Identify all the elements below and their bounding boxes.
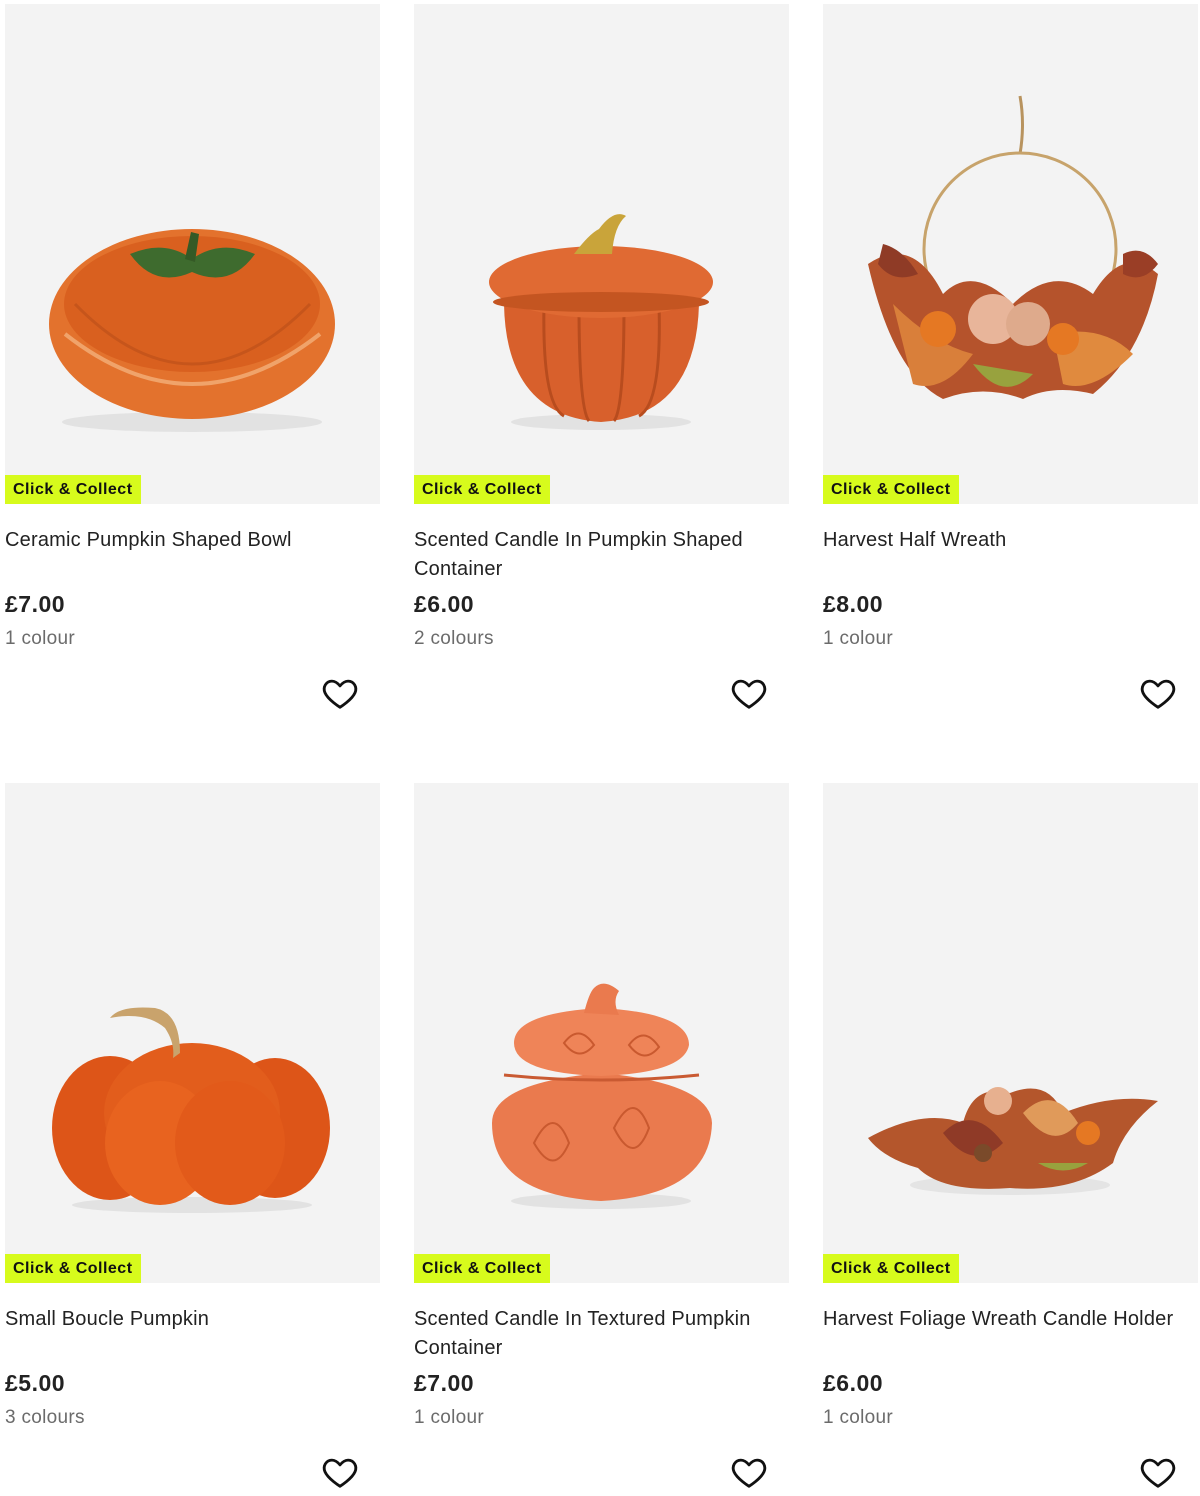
wishlist-button[interactable]: [1139, 1453, 1177, 1491]
boucle-pumpkin-image: [52, 1007, 330, 1213]
heart-outline-icon: [1140, 679, 1176, 709]
product-title[interactable]: Harvest Half Wreath: [823, 526, 1193, 555]
colour-count: 1 colour: [823, 1407, 893, 1428]
click-collect-badge: Click & Collect: [5, 475, 141, 504]
product-title[interactable]: Small Boucle Pumpkin: [5, 1305, 375, 1334]
product-price: £7.00: [414, 1370, 475, 1396]
click-collect-badge: Click & Collect: [823, 475, 959, 504]
product-price: £6.00: [414, 591, 475, 617]
product-image[interactable]: [823, 4, 1198, 504]
product-image[interactable]: [414, 4, 789, 504]
product-title[interactable]: Harvest Foliage Wreath Candle Holder: [823, 1305, 1193, 1334]
product-image[interactable]: [823, 783, 1198, 1283]
wishlist-button[interactable]: [730, 1453, 768, 1491]
harvest-wreath-image: [868, 95, 1158, 399]
product-title[interactable]: Ceramic Pumpkin Shaped Bowl: [5, 526, 375, 555]
product-price: £5.00: [5, 1370, 66, 1396]
product-title[interactable]: Scented Candle In Pumpkin Shaped Contain…: [414, 526, 784, 584]
heart-outline-icon: [731, 1458, 767, 1488]
colour-count: 1 colour: [823, 628, 893, 649]
click-collect-badge: Click & Collect: [5, 1254, 141, 1283]
click-collect-badge: Click & Collect: [414, 1254, 550, 1283]
product-image[interactable]: [414, 783, 789, 1283]
textured-pumpkin-candle-image: [492, 983, 712, 1209]
pumpkin-bowl-image: [49, 229, 335, 432]
heart-outline-icon: [1140, 1458, 1176, 1488]
product-image[interactable]: [5, 4, 380, 504]
colour-count: 3 colours: [5, 1407, 85, 1428]
heart-outline-icon: [731, 679, 767, 709]
heart-outline-icon: [322, 1458, 358, 1488]
product-price: £8.00: [823, 591, 884, 617]
colour-count: 2 colours: [414, 628, 494, 649]
colour-count: 1 colour: [5, 628, 75, 649]
click-collect-badge: Click & Collect: [414, 475, 550, 504]
pumpkin-candle-image: [489, 214, 713, 430]
colour-count: 1 colour: [414, 1407, 484, 1428]
click-collect-badge: Click & Collect: [823, 1254, 959, 1283]
wishlist-button[interactable]: [1139, 674, 1177, 712]
wishlist-button[interactable]: [321, 1453, 359, 1491]
heart-outline-icon: [322, 679, 358, 709]
wishlist-button[interactable]: [321, 674, 359, 712]
product-price: £7.00: [5, 591, 66, 617]
foliage-candle-holder-image: [868, 1087, 1158, 1195]
product-image[interactable]: [5, 783, 380, 1283]
wishlist-button[interactable]: [730, 674, 768, 712]
product-title[interactable]: Scented Candle In Textured Pumpkin Conta…: [414, 1305, 784, 1363]
product-price: £6.00: [823, 1370, 884, 1396]
